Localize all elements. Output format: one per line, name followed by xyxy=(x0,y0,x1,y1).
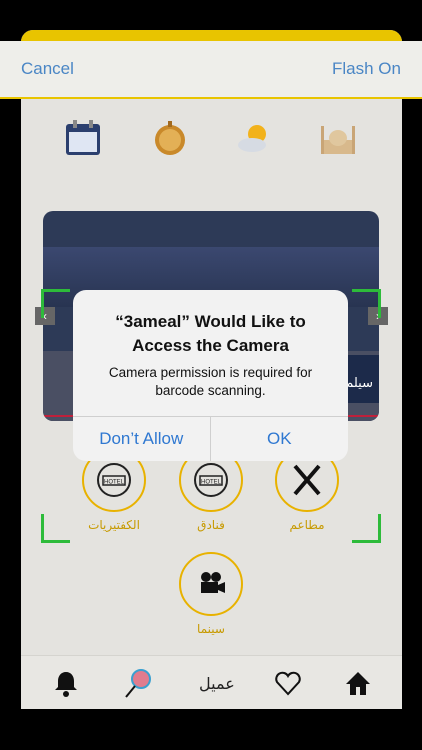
scanner-toolbar: Cancel Flash On xyxy=(0,41,422,99)
svg-text:HOTEL: HOTEL xyxy=(104,480,125,486)
dont-allow-button[interactable]: Don’t Allow xyxy=(73,417,211,461)
category-circle xyxy=(179,552,243,616)
home-icon[interactable] xyxy=(343,668,373,698)
category-label: مطاعم xyxy=(289,518,325,532)
calendar-icon[interactable] xyxy=(63,118,103,158)
fork-knife-icon xyxy=(293,464,321,496)
cancel-button[interactable]: Cancel xyxy=(21,59,74,79)
compass-icon[interactable] xyxy=(150,118,190,158)
bottom-tab-bar: عميل xyxy=(21,655,402,709)
ok-button[interactable]: OK xyxy=(211,417,349,461)
hotel-icon: HOTEL xyxy=(97,463,131,497)
mosque-icon[interactable] xyxy=(318,118,358,158)
category-label: سينما xyxy=(197,622,225,636)
camera-permission-alert: “3ameal” Would Like to Access the Camera… xyxy=(73,290,348,461)
camera-icon xyxy=(201,572,225,593)
category-cinema[interactable]: سينما xyxy=(179,552,243,636)
category-label: الكفتيريات xyxy=(88,518,140,532)
hotel-icon: HOTEL xyxy=(194,463,228,497)
tab-customer-label[interactable]: عميل xyxy=(199,674,235,694)
viewfinder-corner-br xyxy=(352,514,381,543)
lollipop-icon[interactable] xyxy=(123,668,153,698)
weather-icon[interactable] xyxy=(235,118,275,158)
viewfinder-corner-bl xyxy=(41,514,70,543)
svg-text:HOTEL: HOTEL xyxy=(201,480,222,486)
category-label: فنادق xyxy=(197,518,225,532)
alert-buttons: Don’t Allow OK xyxy=(73,416,348,461)
alert-message: Camera permission is required for barcod… xyxy=(108,365,313,398)
top-icon-row xyxy=(0,108,422,168)
viewfinder-corner-tr xyxy=(352,289,381,318)
bell-icon[interactable] xyxy=(51,668,81,698)
flash-button[interactable]: Flash On xyxy=(332,59,401,79)
heart-icon[interactable] xyxy=(273,668,303,698)
alert-title: “3ameal” Would Like to Access the Camera xyxy=(115,312,306,355)
category-cinema-wrapper: سينما xyxy=(179,552,243,636)
viewfinder-corner-tl xyxy=(41,289,70,318)
